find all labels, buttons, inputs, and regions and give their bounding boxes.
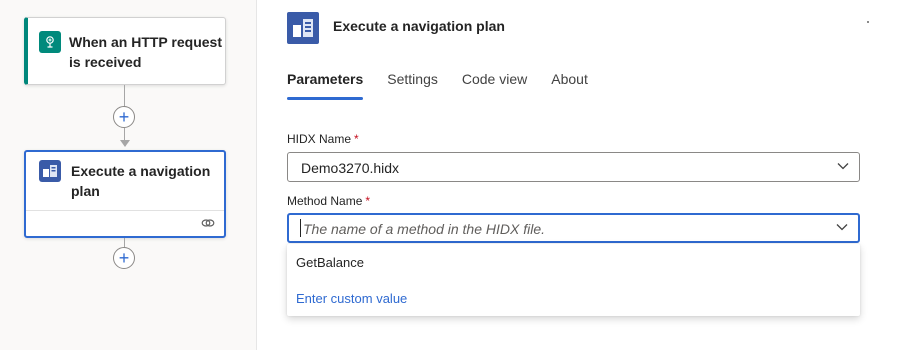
action-card-footer bbox=[26, 210, 224, 236]
trigger-card[interactable]: When an HTTP request is received bbox=[24, 17, 226, 85]
link-icon bbox=[201, 219, 215, 227]
action-title: Execute a navigation plan bbox=[71, 163, 211, 199]
connector-line bbox=[124, 85, 125, 108]
method-name-select[interactable]: The name of a method in the HIDX file. bbox=[287, 213, 860, 243]
tab-parameters[interactable]: Parameters bbox=[287, 70, 364, 102]
hidx-name-label: HIDX Name * bbox=[287, 132, 359, 146]
dropdown-option-getbalance[interactable]: GetBalance bbox=[296, 255, 364, 270]
panel-menu-dot[interactable] bbox=[867, 21, 869, 23]
dropdown-option-custom-value[interactable]: Enter custom value bbox=[296, 291, 407, 306]
hidx-name-select[interactable]: Demo3270.hidx bbox=[287, 152, 860, 182]
navigation-plan-icon bbox=[287, 12, 319, 44]
required-mark: * bbox=[365, 194, 371, 208]
method-name-placeholder: The name of a method in the HIDX file. bbox=[303, 221, 546, 237]
designer-canvas: When an HTTP request is received + Execu… bbox=[0, 0, 256, 350]
tab-about[interactable]: About bbox=[551, 70, 588, 102]
required-mark: * bbox=[354, 132, 359, 146]
tab-settings[interactable]: Settings bbox=[387, 70, 438, 102]
add-step-button[interactable]: + bbox=[113, 247, 135, 269]
connector-arrow bbox=[120, 140, 130, 147]
plus-icon: + bbox=[118, 248, 130, 268]
hidx-name-value: Demo3270.hidx bbox=[301, 160, 400, 176]
add-step-button[interactable]: + bbox=[113, 106, 135, 128]
chevron-down-icon bbox=[837, 163, 849, 170]
tab-code-view[interactable]: Code view bbox=[462, 70, 527, 102]
panel-tabs: Parameters Settings Code view About bbox=[287, 70, 612, 102]
panel-title: Execute a navigation plan bbox=[333, 18, 505, 34]
text-cursor bbox=[300, 219, 301, 237]
action-card[interactable]: Execute a navigation plan bbox=[24, 150, 226, 238]
trigger-title: When an HTTP request is received bbox=[69, 34, 222, 70]
navigation-plan-icon bbox=[39, 160, 61, 182]
http-request-icon bbox=[39, 31, 61, 53]
chevron-down-icon bbox=[836, 224, 848, 231]
method-name-dropdown: GetBalance Enter custom value bbox=[287, 244, 860, 316]
method-name-label: Method Name * bbox=[287, 194, 371, 208]
properties-panel: Execute a navigation plan Parameters Set… bbox=[256, 0, 900, 350]
plus-icon: + bbox=[118, 107, 130, 127]
